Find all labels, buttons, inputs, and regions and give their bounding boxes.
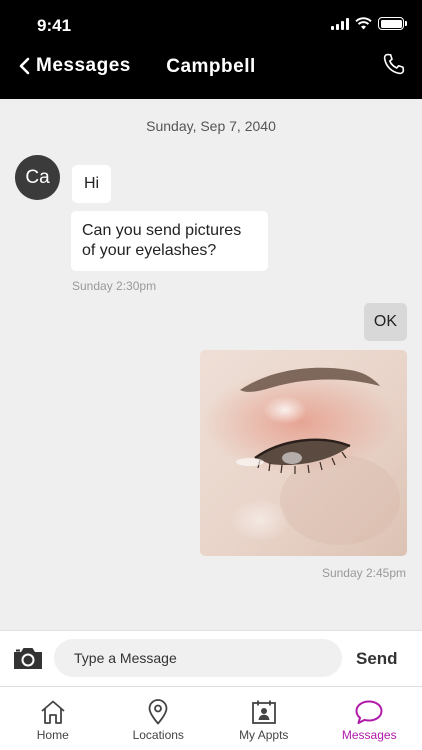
- app-header: 9:41 Messages Campbell: [0, 0, 422, 99]
- cellular-signal-icon: [331, 17, 349, 30]
- message-timestamp: Sunday 2:30pm: [72, 279, 157, 293]
- status-time: 9:41: [37, 16, 72, 35]
- chevron-left-icon: [19, 57, 30, 75]
- camera-button[interactable]: [12, 645, 44, 676]
- date-separator: Sunday, Sep 7, 2040: [146, 118, 276, 134]
- incoming-message: Can you send pictures of your eyelashes?: [71, 211, 268, 271]
- tab-label: Locations: [132, 728, 184, 742]
- outgoing-message: OK: [363, 303, 407, 341]
- battery-icon: [378, 17, 407, 30]
- tab-label: Home: [36, 728, 69, 742]
- message-composer: Send: [0, 630, 422, 686]
- phone-icon: [383, 53, 405, 75]
- attached-photo[interactable]: [200, 350, 407, 556]
- tab-label: My Appts: [239, 728, 289, 742]
- call-button[interactable]: [382, 52, 406, 81]
- camera-icon: [14, 648, 42, 669]
- tab-locations[interactable]: Locations: [106, 687, 212, 750]
- home-icon: [41, 700, 65, 724]
- bottom-tab-bar: Home Locations My Appts Messages: [0, 686, 422, 750]
- calendar-person-icon: [251, 700, 276, 724]
- tab-home[interactable]: Home: [0, 687, 106, 750]
- message-timestamp: Sunday 2:45pm: [321, 566, 406, 580]
- tab-messages[interactable]: Messages: [317, 687, 422, 750]
- send-button[interactable]: Send: [356, 649, 398, 669]
- back-label: Messages: [36, 55, 131, 76]
- status-icons: [331, 17, 407, 30]
- tab-label: Messages: [341, 728, 397, 742]
- eye-makeup-photo: [200, 350, 407, 556]
- message-input[interactable]: [54, 639, 342, 677]
- wifi-icon: [355, 17, 372, 30]
- tab-my-appts[interactable]: My Appts: [211, 687, 317, 750]
- back-button[interactable]: Messages: [18, 55, 131, 77]
- location-pin-icon: [148, 699, 168, 725]
- avatar[interactable]: Ca: [15, 155, 60, 200]
- chat-bubble-icon: [355, 700, 383, 724]
- incoming-message: Hi: [72, 165, 112, 203]
